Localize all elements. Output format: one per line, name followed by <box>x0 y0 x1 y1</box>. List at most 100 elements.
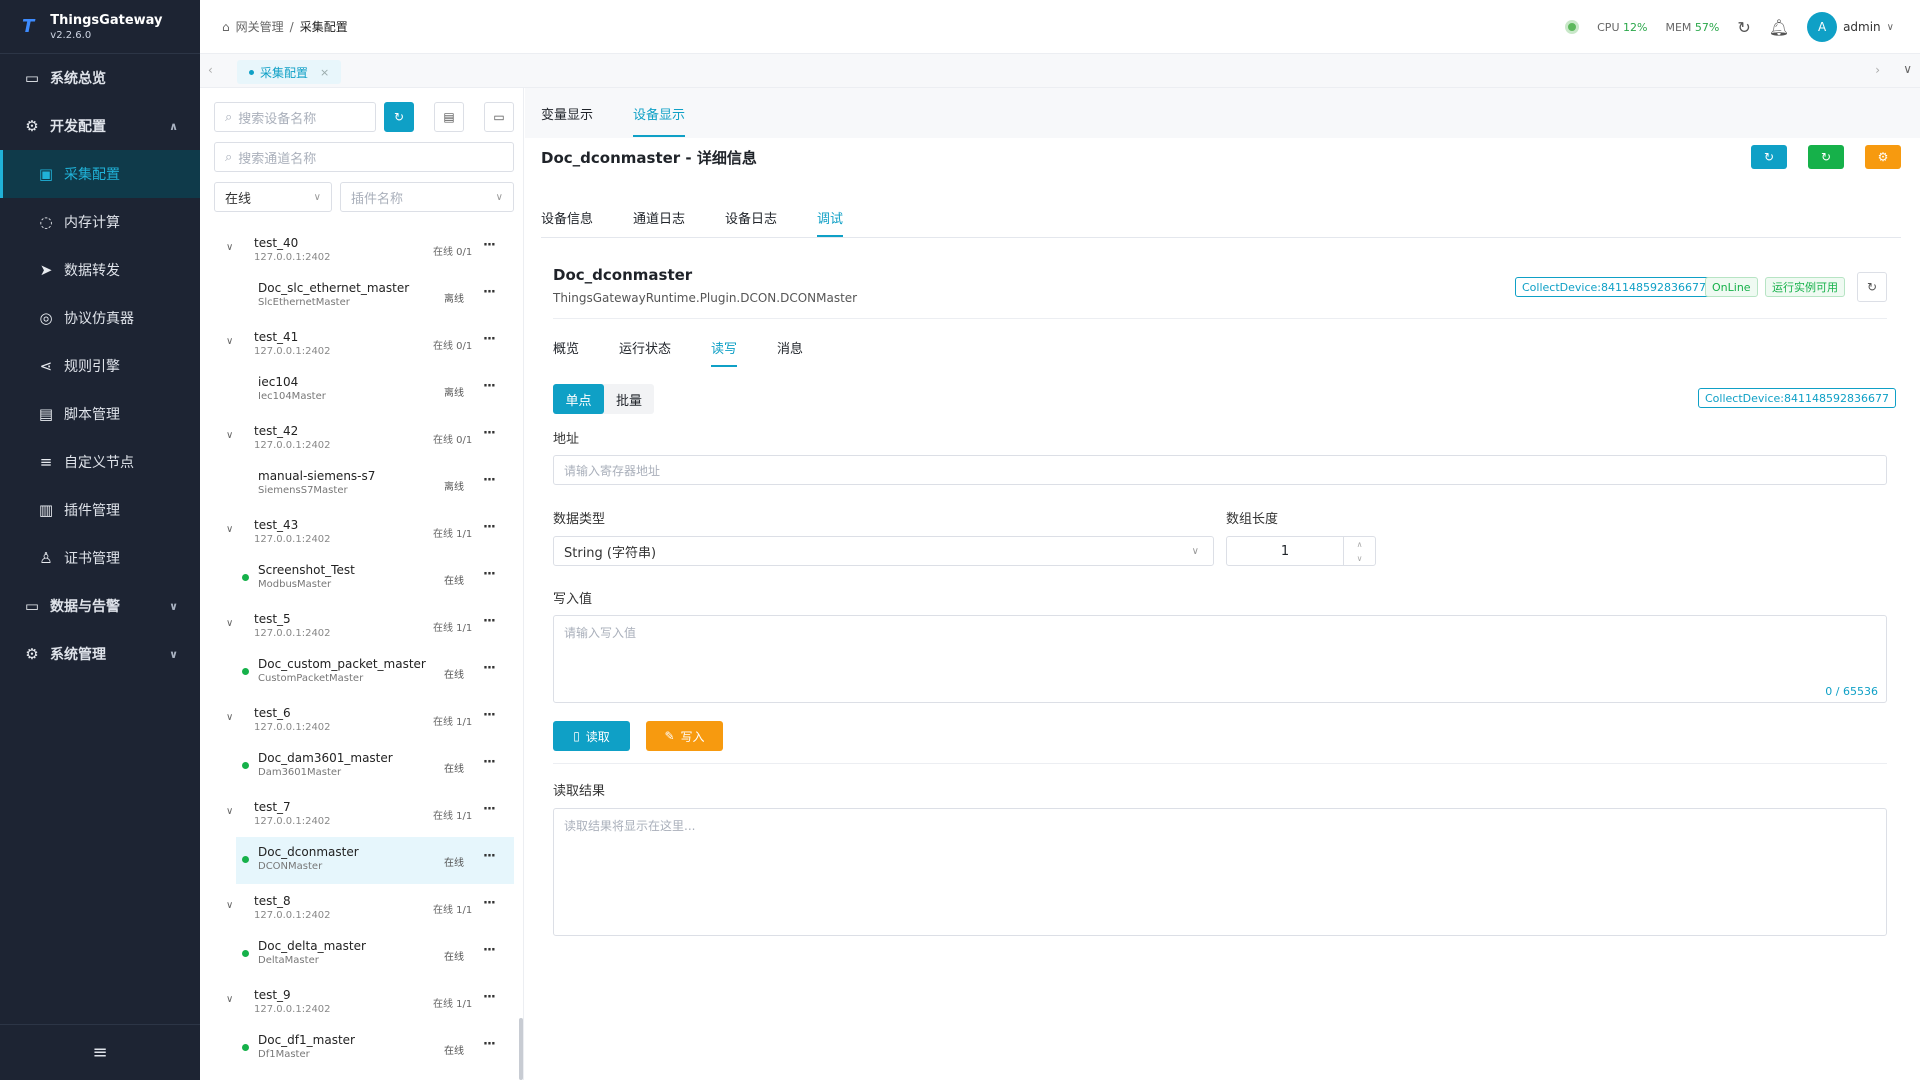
plugin-select[interactable]: 插件名称 ∨ <box>340 182 514 212</box>
tree-group[interactable]: ∨ test_42 127.0.0.1:2402 在线 0/1 ··· <box>200 414 523 461</box>
sidebar-item-1[interactable]: ⚙ 开发配置 ∧ <box>0 102 200 150</box>
sidebar-item-12[interactable]: ⚙ 系统管理 ∨ <box>0 630 200 678</box>
tree-group[interactable]: ∨ test_5 127.0.0.1:2402 在线 1/1 ··· <box>200 602 523 649</box>
more-icon[interactable]: ··· <box>483 896 496 911</box>
tree-group[interactable]: ∨ test_43 127.0.0.1:2402 在线 1/1 ··· <box>200 508 523 555</box>
tree-group[interactable]: ∨ test_8 127.0.0.1:2402 在线 1/1 ··· <box>200 884 523 931</box>
more-icon[interactable]: ··· <box>483 1037 496 1052</box>
result-textarea[interactable]: 读取结果将显示在这里... <box>553 808 1887 936</box>
home-icon[interactable]: ⌂ <box>222 20 230 34</box>
tree-device[interactable]: Doc_dconmaster DCONMaster 在线 ··· <box>236 837 514 884</box>
tree-device[interactable]: manual-siemens-s7 SiemensS7Master 离线 ··· <box>200 461 523 508</box>
sidebar-item-11[interactable]: ▭ 数据与告警 ∨ <box>0 582 200 630</box>
app-logo[interactable]: T ThingsGateway v2.2.6.0 <box>0 0 200 54</box>
sidebar-item-9[interactable]: ▥ 插件管理 <box>0 486 200 534</box>
tree-group[interactable]: ∨ test_41 127.0.0.1:2402 在线 0/1 ··· <box>200 320 523 367</box>
more-icon[interactable]: ··· <box>483 567 496 582</box>
sidebar-item-4[interactable]: ➤ 数据转发 <box>0 246 200 294</box>
decrement-icon[interactable]: ∨ <box>1357 554 1363 563</box>
tree-device[interactable]: Doc_dam3601_master Dam3601Master 在线 ··· <box>200 743 523 790</box>
more-icon[interactable]: ··· <box>483 332 496 347</box>
tab-device-view[interactable]: 设备显示 <box>633 104 686 137</box>
tab-run-status[interactable]: 运行状态 <box>619 338 671 357</box>
tree-device[interactable]: Screenshot_Test ModbusMaster 在线 ··· <box>200 555 523 602</box>
status-select[interactable]: 在线 ∨ <box>214 182 332 212</box>
tab-device-info[interactable]: 设备信息 <box>541 208 593 227</box>
more-icon[interactable]: ··· <box>483 755 496 770</box>
sidebar-item-6[interactable]: ⋖ 规则引擎 <box>0 342 200 390</box>
refresh-button[interactable]: ↻ <box>384 102 414 132</box>
tree-group[interactable]: ∨ test_9 127.0.0.1:2402 在线 1/1 ··· <box>200 978 523 1025</box>
tab-variable-view[interactable]: 变量显示 <box>541 104 593 123</box>
more-icon[interactable]: ··· <box>483 614 496 629</box>
tab-channel-log[interactable]: 通道日志 <box>633 208 685 227</box>
refresh-icon[interactable]: ↻ <box>1857 272 1887 302</box>
write-textarea[interactable]: 请输入写入值 0 / 65536 <box>553 615 1887 703</box>
scrollbar[interactable] <box>519 1018 523 1080</box>
tab-device-log[interactable]: 设备日志 <box>725 208 777 227</box>
more-icon[interactable]: ··· <box>483 379 496 394</box>
tree-device[interactable]: Doc_slc_ethernet_master SlcEthernetMaster… <box>200 273 523 320</box>
address-input[interactable]: 请输入寄存器地址 <box>553 455 1887 485</box>
breadcrumb-home[interactable]: 网关管理 <box>236 18 284 35</box>
tab-collect-config[interactable]: 采集配置 × <box>237 60 342 84</box>
export-button[interactable]: ▤ <box>434 102 464 132</box>
arraylen-stepper[interactable]: 1 ∧ ∨ <box>1226 536 1376 566</box>
chevron-down-icon[interactable]: ∨ <box>226 430 233 441</box>
tab-read-write[interactable]: 读写 <box>711 338 738 367</box>
search-device-input[interactable]: ⌕ 搜索设备名称 <box>214 102 376 132</box>
tab-debug[interactable]: 调试 <box>817 208 844 237</box>
sidebar-item-3[interactable]: ◌ 内存计算 <box>0 198 200 246</box>
refresh-icon[interactable]: ↻ <box>1737 18 1750 37</box>
chevron-down-icon[interactable]: ∨ <box>226 336 233 347</box>
tree-device[interactable]: Doc_df1_master Df1Master 在线 ··· <box>200 1025 523 1072</box>
tabbar-right-icon[interactable]: › <box>1875 63 1880 77</box>
bell-icon[interactable]: 🔔︎ <box>1769 18 1789 37</box>
tree-group[interactable]: ∨ test_6 127.0.0.1:2402 在线 1/1 ··· <box>200 696 523 743</box>
read-button[interactable]: ▯ 读取 <box>553 721 630 751</box>
more-icon[interactable]: ··· <box>483 990 496 1005</box>
sidebar-item-0[interactable]: ▭ 系统总览 <box>0 54 200 102</box>
tabbar-left-icon[interactable]: ‹ <box>208 63 213 77</box>
tree-device[interactable]: iec104 Iec104Master 离线 ··· <box>200 367 523 414</box>
sidebar-item-10[interactable]: ♙ 证书管理 <box>0 534 200 582</box>
tree-group[interactable]: ∨ test_7 127.0.0.1:2402 在线 1/1 ··· <box>200 790 523 837</box>
chevron-down-icon[interactable]: ∨ <box>226 994 233 1005</box>
more-icon[interactable]: ··· <box>483 285 496 300</box>
more-icon[interactable]: ··· <box>483 849 496 864</box>
chevron-down-icon[interactable]: ∨ <box>226 712 233 723</box>
chevron-down-icon[interactable]: ∨ <box>226 806 233 817</box>
chevron-down-icon[interactable]: ∨ <box>226 524 233 535</box>
tree-group[interactable]: ∨ test_40 127.0.0.1:2402 在线 0/1 ··· <box>200 226 523 273</box>
write-button[interactable]: ✎ 写入 <box>646 721 723 751</box>
more-icon[interactable]: ··· <box>483 473 496 488</box>
more-icon[interactable]: ··· <box>483 426 496 441</box>
close-icon[interactable]: × <box>320 66 329 79</box>
collapse-sidebar-icon[interactable]: ≡ <box>0 1024 200 1080</box>
sidebar-item-7[interactable]: ▤ 脚本管理 <box>0 390 200 438</box>
mode-batch-button[interactable]: 批量 <box>604 384 654 414</box>
chevron-down-icon[interactable]: ∨ <box>226 618 233 629</box>
more-icon[interactable]: ··· <box>483 520 496 535</box>
increment-icon[interactable]: ∧ <box>1357 540 1363 549</box>
tree-device[interactable]: Doc_custom_packet_master CustomPacketMast… <box>200 649 523 696</box>
chevron-down-icon[interactable]: ∨ <box>226 900 233 911</box>
restart-button[interactable]: ↻ <box>1808 145 1844 169</box>
search-channel-input[interactable]: ⌕ 搜索通道名称 <box>214 142 514 172</box>
datatype-select[interactable]: String (字符串) ∨ <box>553 536 1214 566</box>
sidebar-item-2[interactable]: ▣ 采集配置 <box>0 150 200 198</box>
more-icon[interactable]: ··· <box>483 661 496 676</box>
user-menu[interactable]: A admin ∨ <box>1807 12 1894 42</box>
tab-messages[interactable]: 消息 <box>777 338 803 357</box>
more-icon[interactable]: ··· <box>483 802 496 817</box>
sidebar-item-8[interactable]: ≡ 自定义节点 <box>0 438 200 486</box>
tabbar-menu-icon[interactable]: ∨ <box>1903 62 1912 76</box>
more-icon[interactable]: ··· <box>483 238 496 253</box>
tree-device[interactable]: Doc_delta_master DeltaMaster 在线 ··· <box>200 931 523 978</box>
sidebar-item-5[interactable]: ◎ 协议仿真器 <box>0 294 200 342</box>
tab-overview[interactable]: 概览 <box>553 338 579 357</box>
more-icon[interactable]: ··· <box>483 943 496 958</box>
mode-single-button[interactable]: 单点 <box>553 384 604 414</box>
display-button[interactable]: ▭ <box>484 102 514 132</box>
chevron-down-icon[interactable]: ∨ <box>226 242 233 253</box>
